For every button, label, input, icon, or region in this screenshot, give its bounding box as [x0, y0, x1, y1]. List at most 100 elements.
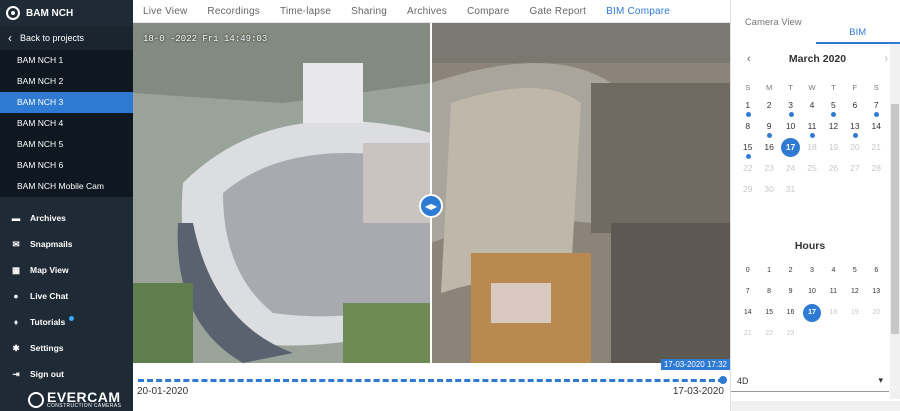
calendar-day[interactable]: 14 — [866, 117, 887, 138]
hour-label: 1 — [767, 267, 772, 274]
calendar-day[interactable]: 9 — [758, 117, 779, 138]
hour-label: 4 — [831, 267, 836, 274]
hour-cell[interactable]: 15 — [758, 302, 779, 323]
tab-time-lapse[interactable]: Time-lapse — [280, 6, 331, 17]
calendar-day[interactable]: 6 — [844, 96, 865, 117]
timeline-track[interactable] — [138, 379, 724, 382]
calendar-day[interactable]: 1 — [737, 96, 758, 117]
model-select[interactable]: 4D ▾ — [731, 370, 889, 392]
calendar-day[interactable]: 4 — [801, 96, 822, 117]
calendar-day: 20 — [844, 138, 865, 159]
panel-scrollbar[interactable] — [890, 44, 900, 399]
nav-item-archives[interactable]: ▬ Archives — [0, 205, 133, 231]
next-month-icon[interactable]: › — [884, 53, 888, 65]
horizontal-scrollbar[interactable] — [731, 401, 900, 411]
calendar-day[interactable]: 10 — [780, 117, 801, 138]
hour-cell[interactable]: 5 — [844, 260, 865, 281]
tab-recordings[interactable]: Recordings — [207, 6, 260, 17]
tab-camera-view[interactable]: Camera View — [731, 0, 816, 44]
nav-item-live-chat[interactable]: ● Live Chat — [0, 283, 133, 309]
tab-gate-report[interactable]: Gate Report — [529, 6, 586, 17]
camera-item[interactable]: BAM NCH 3 — [0, 92, 133, 113]
bim-compare-viewer[interactable]: 18-0 -2022 Fri 14:49:03 ◀▶ — [133, 23, 730, 363]
scrollbar-thumb[interactable] — [891, 104, 899, 334]
calendar-day[interactable]: 11 — [801, 117, 822, 138]
tab-sharing[interactable]: Sharing — [351, 6, 387, 17]
project-header[interactable]: BAM NCH — [0, 0, 133, 26]
calendar-day: 23 — [758, 159, 779, 180]
split-divider[interactable] — [430, 23, 432, 363]
tab-archives[interactable]: Archives — [407, 6, 447, 17]
hour-cell[interactable]: 1 — [758, 260, 779, 281]
hour-cell: 18 — [823, 302, 844, 323]
calendar-day-label: 9 — [766, 121, 772, 131]
calendar-header: ‹ March 2020 › — [731, 48, 900, 70]
camera-item[interactable]: BAM NCH 1 — [0, 50, 133, 71]
hour-cell[interactable]: 9 — [780, 281, 801, 302]
camera-item[interactable]: BAM NCH Mobile Cam — [0, 176, 133, 197]
calendar-day-label: 19 — [828, 142, 839, 152]
nav-item-map-view[interactable]: ▦ Map View — [0, 257, 133, 283]
hour-label: 6 — [874, 267, 879, 274]
tab-compare[interactable]: Compare — [467, 6, 510, 17]
calendar-day[interactable]: 13 — [844, 117, 865, 138]
camera-list: BAM NCH 1 BAM NCH 2 BAM NCH 3 BAM NCH 4 BAM … — [0, 50, 133, 197]
model-select-value: 4D — [737, 375, 749, 386]
calendar-day[interactable]: 8 — [737, 117, 758, 138]
calendar-day[interactable]: 12 — [823, 117, 844, 138]
hour-cell[interactable]: 0 — [737, 260, 758, 281]
hour-cell[interactable]: 12 — [844, 281, 865, 302]
nav-item-settings[interactable]: ✱ Settings — [0, 335, 133, 361]
nav-item-snapmails[interactable]: ✉ Snapmails — [0, 231, 133, 257]
hour-cell[interactable]: 14 — [737, 302, 758, 323]
hour-cell: 21 — [737, 323, 758, 344]
chevron-left-icon: ‹ — [8, 31, 12, 45]
hour-cell[interactable]: 13 — [866, 281, 887, 302]
calendar-day[interactable]: 15 — [737, 138, 758, 159]
calendar-day: 18 — [801, 138, 822, 159]
calendar-day[interactable]: 2 — [758, 96, 779, 117]
hour-label: 13 — [872, 288, 881, 295]
top-tabs: Live View Recordings Time-lapse Sharing Arch… — [133, 0, 730, 23]
timeline-current-label: 17-03-2020 17:32 — [660, 359, 730, 370]
hour-cell[interactable]: 6 — [866, 260, 887, 281]
archive-icon: ▬ — [11, 213, 21, 223]
calendar-day[interactable]: 3 — [780, 96, 801, 117]
hour-cell[interactable]: 11 — [823, 281, 844, 302]
tab-live-view[interactable]: Live View — [143, 6, 187, 17]
camera-item[interactable]: BAM NCH 2 — [0, 71, 133, 92]
calendar-day[interactable]: 16 — [758, 138, 779, 159]
hour-cell[interactable]: 10 — [801, 281, 822, 302]
hour-cell[interactable]: 7 — [737, 281, 758, 302]
prev-month-icon[interactable]: ‹ — [747, 53, 751, 65]
calendar-day-label: 28 — [871, 163, 882, 173]
hour-cell[interactable]: 3 — [801, 260, 822, 281]
nav-item-sign-out[interactable]: ⇥ Sign out — [0, 361, 133, 387]
calendar-days: S M T W T F S 1 2 3 4 5 6 7 8 9 10 11 12 13 14 15 16 17 18 19 20 21… — [737, 80, 887, 201]
bim-model-image: 18-0 -2022 Fri 14:49:03 — [133, 23, 431, 363]
tab-bim[interactable]: BIM — [815, 22, 900, 44]
hour-cell[interactable]: 8 — [758, 281, 779, 302]
hour-cell[interactable]: 16 — [780, 302, 801, 323]
calendar-day[interactable]: 5 — [823, 96, 844, 117]
date-panel: Camera View BIM ‹ March 2020 › SMTWTFS12… — [730, 0, 900, 411]
calendar-day-label: 8 — [745, 121, 751, 131]
hour-cell[interactable]: 17 — [801, 302, 822, 323]
calendar-day[interactable]: 17 — [780, 138, 801, 159]
calendar-day-label: 23 — [764, 163, 774, 173]
hour-cell[interactable]: 2 — [780, 260, 801, 281]
split-drag-handle-icon[interactable]: ◀▶ — [419, 194, 443, 218]
tab-bim-compare[interactable]: BIM Compare — [606, 6, 670, 17]
hour-cell: 22 — [758, 323, 779, 344]
camera-item[interactable]: BAM NCH 5 — [0, 134, 133, 155]
hour-cell[interactable]: 4 — [823, 260, 844, 281]
timeline-knob[interactable] — [719, 376, 727, 384]
back-to-projects-link[interactable]: ‹ Back to projects — [0, 26, 133, 50]
calendar-day: 19 — [823, 138, 844, 159]
calendar-day[interactable]: 7 — [866, 96, 887, 117]
camera-item[interactable]: BAM NCH 4 — [0, 113, 133, 134]
calendar-day-label: 16 — [764, 142, 774, 152]
nav-item-tutorials[interactable]: ♦ Tutorials — [0, 309, 133, 335]
timeline[interactable]: 17-03-2020 17:32 20-01-2020 17-03-2020 — [133, 359, 730, 411]
camera-item[interactable]: BAM NCH 6 — [0, 155, 133, 176]
